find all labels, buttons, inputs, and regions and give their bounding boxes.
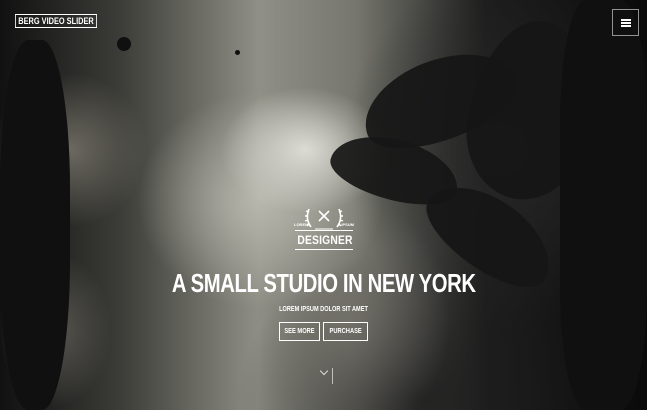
badge-left-text: LOREM bbox=[294, 222, 309, 227]
badge-right-text: IPSUM bbox=[341, 222, 354, 227]
hero-subline: LOREM IPSUM DOLOR SIT AMET bbox=[0, 306, 647, 313]
background-ink-blot bbox=[560, 0, 647, 410]
hero-headline-text: A SMALL STUDIO IN NEW YORK bbox=[171, 268, 476, 298]
menu-button[interactable] bbox=[612, 9, 639, 36]
hero-subline-text: LOREM IPSUM DOLOR SIT AMET bbox=[279, 306, 368, 313]
designer-badge: LOREM IPSUM DESIGNER bbox=[293, 203, 355, 251]
purchase-button[interactable]: PURCHASE bbox=[323, 322, 368, 341]
background-ink-blot bbox=[0, 40, 70, 410]
badge-divider bbox=[295, 230, 353, 231]
background-ink-blot bbox=[117, 37, 131, 51]
chevron-down-icon bbox=[319, 366, 328, 376]
see-more-label: SEE MORE bbox=[284, 328, 315, 335]
hamburger-menu-icon bbox=[620, 18, 631, 27]
hero-headline: A SMALL STUDIO IN NEW YORK bbox=[0, 268, 647, 299]
purchase-label: PURCHASE bbox=[329, 328, 362, 335]
badge-title: DESIGNER bbox=[297, 233, 353, 247]
see-more-button[interactable]: SEE MORE bbox=[279, 322, 320, 341]
background-ink-blot bbox=[235, 50, 240, 55]
scroll-down-button[interactable] bbox=[315, 366, 333, 384]
site-logo[interactable]: BERG VIDEO SLIDER bbox=[15, 14, 98, 28]
crossed-tools-laurel-icon bbox=[304, 208, 344, 230]
badge-divider bbox=[295, 249, 353, 250]
